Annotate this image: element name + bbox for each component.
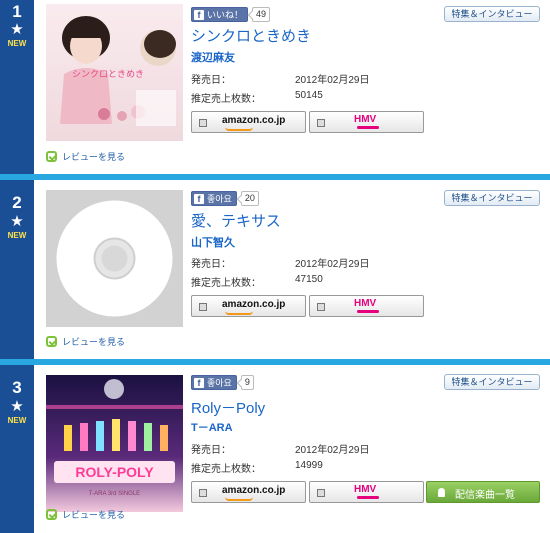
like-widget[interactable]: f 좋아요 9 xyxy=(191,375,254,390)
amazon-button[interactable]: amazon.co.jp xyxy=(191,295,306,317)
release-label: 発売日： xyxy=(191,445,231,456)
check-icon xyxy=(46,336,57,347)
song-title[interactable]: Roly－Poly xyxy=(191,397,265,418)
hmv-bar-icon xyxy=(357,496,379,499)
new-badge: NEW xyxy=(7,416,27,425)
ranking-entry-3: 3 ★ NEW ROLY-POLY T-ARA 3rd SINGLE レビューを… xyxy=(0,365,550,533)
like-widget[interactable]: f いいね！ 49 xyxy=(191,7,271,22)
new-badge: NEW xyxy=(7,39,27,48)
hmv-button[interactable]: HMV xyxy=(309,295,424,317)
amazon-logo: amazon.co.jp xyxy=(222,299,286,310)
like-label: いいね！ xyxy=(207,10,244,20)
rank-column: 1 ★ NEW xyxy=(0,0,34,174)
sales-value: 47150 xyxy=(295,274,323,285)
feature-interview-button[interactable]: 特集＆インタビュー xyxy=(444,190,540,206)
star-icon: ★ xyxy=(10,20,24,38)
review-link[interactable]: レビューを見る xyxy=(46,150,125,163)
facebook-icon: f xyxy=(194,377,204,388)
hmv-button[interactable]: HMV xyxy=(309,481,424,503)
document-icon xyxy=(199,489,207,497)
like-button[interactable]: f 좋아요 xyxy=(191,191,237,206)
amazon-logo: amazon.co.jp xyxy=(222,485,286,496)
ranking-entry-1: 1 ★ NEW シンクロときめき レビューを見る f いいね！ 49 特集＆イン… xyxy=(0,0,550,180)
feature-interview-button[interactable]: 特集＆インタビュー xyxy=(444,374,540,390)
like-label: 좋아요 xyxy=(207,194,232,204)
album-cover[interactable]: ROLY-POLY T-ARA 3rd SINGLE xyxy=(46,375,183,512)
hmv-logo: HMV xyxy=(354,484,377,495)
check-icon xyxy=(46,509,57,520)
document-icon xyxy=(317,489,325,497)
like-widget[interactable]: f 좋아요 20 xyxy=(191,191,259,206)
artist-name[interactable]: 渡辺麻友 xyxy=(191,49,235,65)
document-icon xyxy=(317,119,325,127)
sales-label: 推定売上枚数： xyxy=(191,464,261,475)
star-icon: ★ xyxy=(10,397,24,415)
feature-interview-button[interactable]: 特集＆インタビュー xyxy=(444,6,540,22)
document-icon xyxy=(199,303,207,311)
amazon-logo: amazon.co.jp xyxy=(222,115,286,126)
amazon-smile-icon xyxy=(225,311,253,315)
rank-number: 2 xyxy=(12,193,22,212)
amazon-smile-icon xyxy=(225,497,253,501)
review-link[interactable]: レビューを見る xyxy=(46,508,125,521)
document-icon xyxy=(317,303,325,311)
review-label: レビューを見る xyxy=(62,510,126,520)
hmv-logo: HMV xyxy=(354,298,377,309)
review-label: レビューを見る xyxy=(62,337,126,347)
album-cover[interactable]: シンクロときめき xyxy=(46,4,183,141)
amazon-smile-icon xyxy=(225,127,253,131)
album-cover[interactable] xyxy=(46,190,183,327)
document-icon xyxy=(199,119,207,127)
release-label: 発売日： xyxy=(191,75,231,86)
hmv-bar-icon xyxy=(357,126,379,129)
sales-value: 14999 xyxy=(295,460,323,471)
release-date: 2012年02月29日 xyxy=(295,445,370,456)
release-date: 2012年02月29日 xyxy=(295,75,370,86)
sales-value: 50145 xyxy=(295,90,323,101)
song-title[interactable]: 愛、テキサス xyxy=(191,210,281,231)
rank-number: 1 xyxy=(12,2,22,21)
new-badge: NEW xyxy=(7,231,27,240)
android-icon xyxy=(438,488,445,497)
like-label: 좋아요 xyxy=(207,378,232,388)
cover-subtitle-text: T-ARA 3rd SINGLE xyxy=(89,491,140,497)
download-songs-button[interactable]: 配信楽曲一覧 xyxy=(426,481,540,503)
hmv-button[interactable]: HMV xyxy=(309,111,424,133)
cover-title-text: シンクロときめき xyxy=(72,69,144,79)
hmv-logo: HMV xyxy=(354,114,377,125)
amazon-button[interactable]: amazon.co.jp xyxy=(191,481,306,503)
rank-column: 2 ★ NEW xyxy=(0,180,34,359)
like-count: 49 xyxy=(252,7,271,22)
song-title[interactable]: シンクロときめき xyxy=(191,25,311,46)
sales-label: 推定売上枚数： xyxy=(191,94,261,105)
ranking-entry-2: 2 ★ NEW レビューを見る f 좋아요 20 特集＆インタビュー 愛、テキサ… xyxy=(0,180,550,360)
artist-name[interactable]: T－ARA xyxy=(191,419,233,435)
like-button[interactable]: f 좋아요 xyxy=(191,375,237,390)
release-label: 発売日： xyxy=(191,259,231,270)
facebook-icon: f xyxy=(194,9,204,20)
rank-column: 3 ★ NEW xyxy=(0,365,34,533)
rank-number: 3 xyxy=(12,378,22,397)
like-count: 9 xyxy=(240,375,254,390)
like-count: 20 xyxy=(240,191,259,206)
download-songs-label: 配信楽曲一覧 xyxy=(455,490,515,501)
sales-label: 推定売上枚数： xyxy=(191,278,261,289)
star-icon: ★ xyxy=(10,212,24,230)
amazon-button[interactable]: amazon.co.jp xyxy=(191,111,306,133)
like-button[interactable]: f いいね！ xyxy=(191,7,249,22)
hmv-bar-icon xyxy=(357,310,379,313)
artist-name[interactable]: 山下智久 xyxy=(191,234,235,250)
check-icon xyxy=(46,151,57,162)
review-link[interactable]: レビューを見る xyxy=(46,335,125,348)
release-date: 2012年02月29日 xyxy=(295,259,370,270)
cover-title-text: ROLY-POLY xyxy=(75,464,154,480)
review-label: レビューを見る xyxy=(62,152,126,162)
facebook-icon: f xyxy=(194,193,204,204)
